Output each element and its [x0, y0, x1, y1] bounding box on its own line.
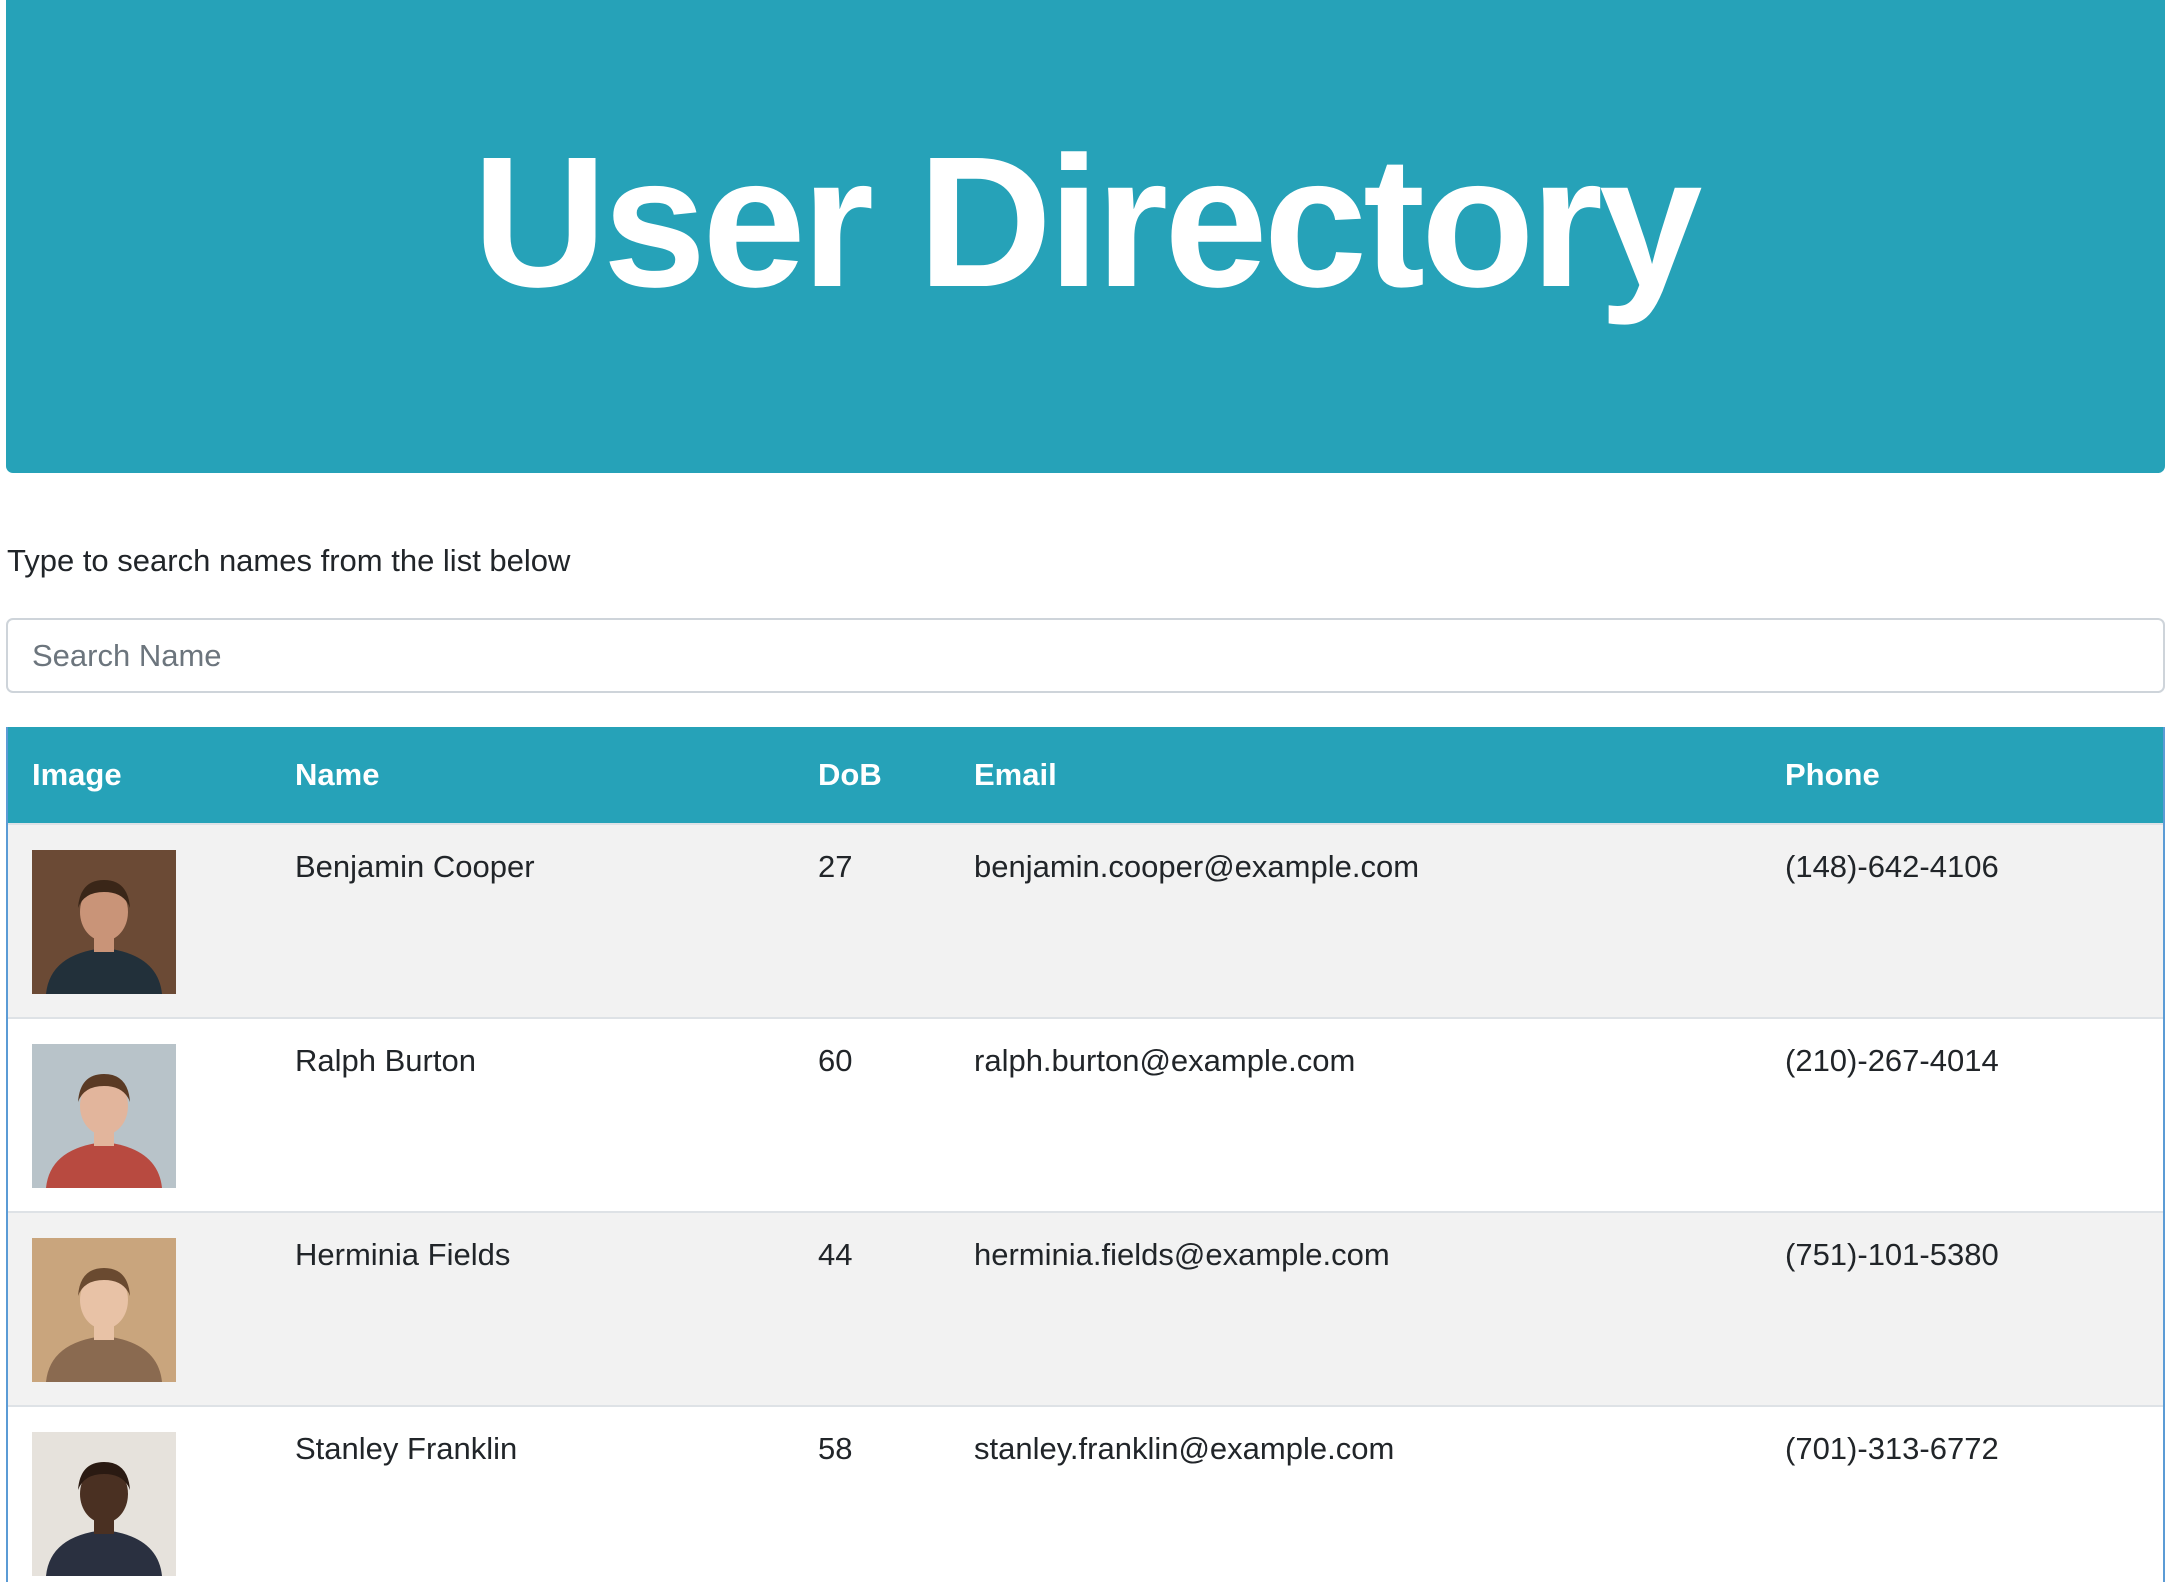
user-table: Image Name DoB Email Phone Benjamin Coop…	[8, 727, 2163, 1582]
table-row: Herminia Fields 44 herminia.fields@examp…	[8, 1212, 2163, 1406]
name-cell: Herminia Fields	[295, 1237, 511, 1272]
phone-cell: (751)-101-5380	[1785, 1237, 1999, 1272]
column-header-dob[interactable]: DoB	[794, 727, 950, 824]
table-body: Benjamin Cooper 27 benjamin.cooper@examp…	[8, 824, 2163, 1582]
email-cell: ralph.burton@example.com	[974, 1043, 1356, 1078]
avatar	[32, 1432, 176, 1576]
image-cell	[8, 1406, 271, 1582]
page-title: User Directory	[472, 118, 1703, 326]
table-header: Image Name DoB Email Phone	[8, 727, 2163, 824]
email-cell: stanley.franklin@example.com	[974, 1431, 1395, 1466]
phone-cell: (210)-267-4014	[1785, 1043, 1999, 1078]
avatar	[32, 1238, 176, 1382]
table-row: Ralph Burton 60 ralph.burton@example.com…	[8, 1018, 2163, 1212]
dob-cell: 27	[818, 849, 853, 884]
dob-cell: 58	[818, 1431, 853, 1466]
dob-cell: 60	[818, 1043, 853, 1078]
phone-cell: (701)-313-6772	[1785, 1431, 1999, 1466]
table-row: Stanley Franklin 58 stanley.franklin@exa…	[8, 1406, 2163, 1582]
column-header-email[interactable]: Email	[950, 727, 1761, 824]
column-header-image[interactable]: Image	[8, 727, 271, 824]
column-header-phone[interactable]: Phone	[1761, 727, 2163, 824]
image-cell	[8, 824, 271, 1018]
name-cell: Benjamin Cooper	[295, 849, 535, 884]
user-directory-page: User Directory Type to search names from…	[0, 0, 2170, 1582]
image-cell	[8, 1212, 271, 1406]
name-cell: Ralph Burton	[295, 1043, 476, 1078]
search-instructions: Type to search names from the list below	[7, 543, 571, 578]
header-banner: User Directory	[6, 0, 2165, 473]
user-table-container: Image Name DoB Email Phone Benjamin Coop…	[6, 727, 2165, 1582]
email-cell: herminia.fields@example.com	[974, 1237, 1390, 1272]
email-cell: benjamin.cooper@example.com	[974, 849, 1420, 884]
dob-cell: 44	[818, 1237, 853, 1272]
table-row: Benjamin Cooper 27 benjamin.cooper@examp…	[8, 824, 2163, 1018]
image-cell	[8, 1018, 271, 1212]
avatar	[32, 850, 176, 994]
column-header-name[interactable]: Name	[271, 727, 794, 824]
phone-cell: (148)-642-4106	[1785, 849, 1999, 884]
search-input[interactable]	[6, 618, 2165, 693]
avatar	[32, 1044, 176, 1188]
name-cell: Stanley Franklin	[295, 1431, 518, 1466]
